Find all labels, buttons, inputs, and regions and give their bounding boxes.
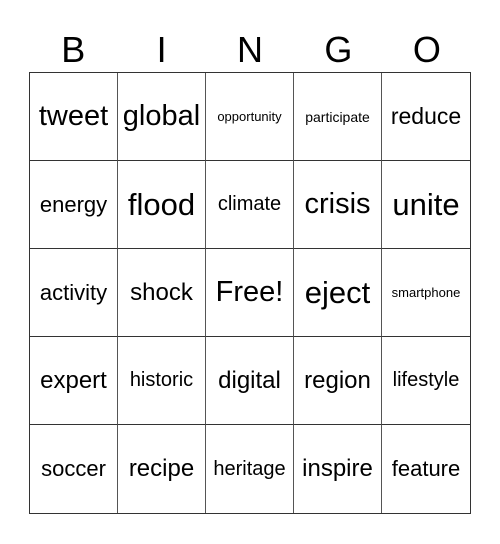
bingo-cell: climate [206, 161, 294, 249]
bingo-cell: historic [118, 337, 206, 425]
bingo-cell: inspire [294, 425, 382, 513]
bingo-cell: participate [294, 73, 382, 161]
bingo-cell: flood [118, 161, 206, 249]
header-letter-o: O [412, 29, 441, 70]
header-letter-n: N [237, 29, 264, 70]
bingo-cell: unite [382, 161, 470, 249]
bingo-cell: shock [118, 249, 206, 337]
bingo-cell: expert [30, 337, 118, 425]
bingo-cell-free-space: Free! [206, 249, 294, 337]
header-letter-b: B [61, 29, 86, 70]
bingo-cell: feature [391, 456, 461, 481]
bingo-header: B I N G O [29, 28, 471, 72]
bingo-cell: digital [206, 337, 294, 425]
bingo-card-grid: tweet global opportunity participate red… [29, 72, 471, 514]
bingo-cell: tweet [30, 73, 118, 161]
bingo-cell: heritage [206, 425, 294, 513]
bingo-cell: activity [30, 249, 118, 337]
bingo-cell: opportunity [206, 73, 294, 161]
header-letter-g: G [324, 29, 353, 70]
bingo-cell: smartphone [382, 249, 470, 337]
bingo-cell: lifestyle [382, 337, 470, 425]
bingo-cell: recipe [118, 425, 206, 513]
bingo-cell: energy [30, 161, 118, 249]
header-letter-i: I [156, 29, 167, 70]
bingo-cell: eject [294, 249, 382, 337]
bingo-cell: region [294, 337, 382, 425]
bingo-cell: crisis [294, 161, 382, 249]
bingo-cell: global [118, 73, 206, 161]
bingo-cell: reduce [382, 73, 470, 161]
bingo-cell: soccer [30, 425, 118, 513]
